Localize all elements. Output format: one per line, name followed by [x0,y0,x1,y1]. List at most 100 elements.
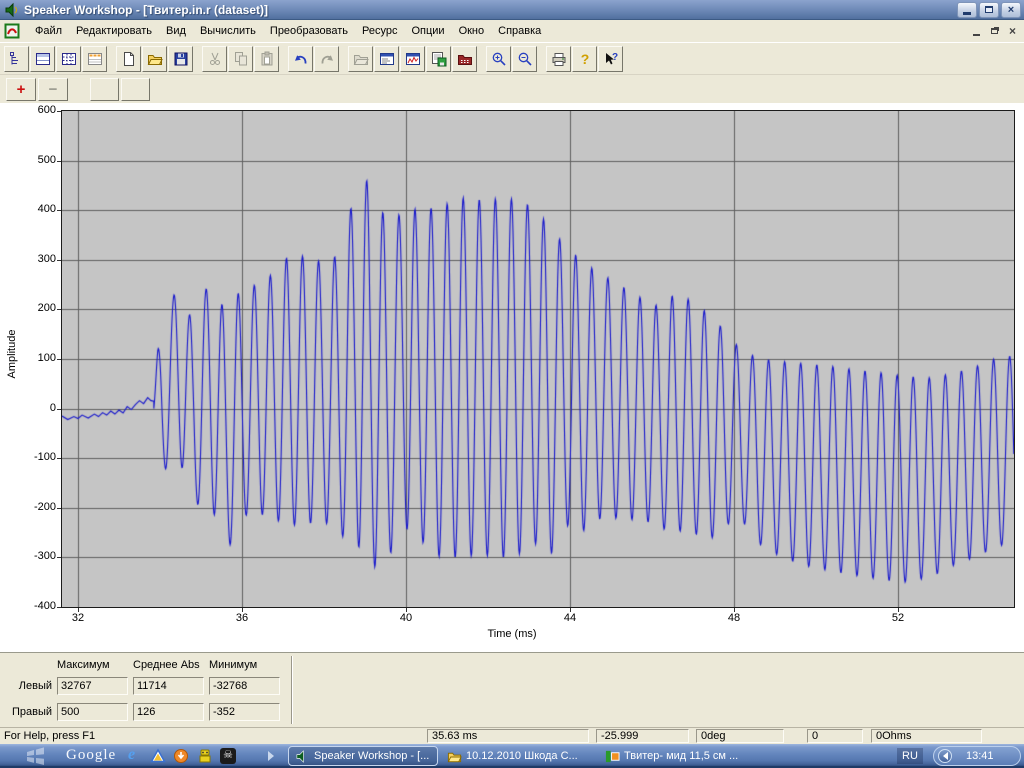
windows-logo-icon[interactable] [24,747,48,765]
dataset-grid-view-icon [61,51,77,67]
speaker-icon [295,749,310,764]
zoom-in-button[interactable] [486,46,511,72]
menu-edit[interactable]: Редактировать [69,22,159,40]
save-chart-button[interactable] [426,46,451,72]
copy-button[interactable] [228,46,253,72]
menu-help[interactable]: Справка [491,22,548,40]
x-tick-mark [570,608,571,612]
menu-view[interactable]: Вид [159,22,193,40]
minimize-button[interactable] [957,2,977,18]
google-desktop-icon[interactable] [150,748,166,764]
mdi-minimize-button[interactable] [968,24,985,39]
y-tick-mark [57,309,61,310]
mdi-restore-button[interactable] [986,24,1003,39]
skull-app-icon[interactable]: ☠ [220,748,236,764]
mdi-close-button[interactable]: × [1004,24,1021,39]
x-tick-mark [78,608,79,612]
chart-window-icon [379,51,395,67]
x-tick-label: 44 [555,612,585,624]
hide-tray-icons-button[interactable] [938,749,952,763]
redo-button[interactable] [314,46,339,72]
import-chart-button[interactable] [452,46,477,72]
y-tick-mark [57,557,61,558]
cells-view-button[interactable] [82,46,107,72]
cut-button[interactable] [202,46,227,72]
speaker-app-icon[interactable] [4,2,20,18]
download-manager-icon[interactable] [173,748,189,764]
x-tick-label: 48 [719,612,749,624]
google-deskband-label[interactable]: Google [66,747,116,764]
open-button[interactable] [142,46,167,72]
language-indicator[interactable]: RU [897,748,923,764]
waveform-canvas[interactable] [62,111,1014,607]
table-view-button[interactable] [30,46,55,72]
taskbar-button-label: Speaker Workshop - [... [314,750,429,762]
y-tick-label: 500 [2,154,56,166]
y-tick-label: 300 [2,253,56,265]
new-button[interactable] [116,46,141,72]
status-pane-zero: 0 [807,729,863,743]
x-tick-label: 32 [63,612,93,624]
open-special-button[interactable] [348,46,373,72]
add-point-button[interactable]: + [6,78,36,101]
save-button[interactable] [168,46,193,72]
paste-button[interactable] [254,46,279,72]
undo-button[interactable] [288,46,313,72]
help-icon: ? [577,51,593,67]
menu-options[interactable]: Опции [404,22,451,40]
x-tick-mark [898,608,899,612]
y-tick-label: 400 [2,203,56,215]
window-title: Speaker Workshop - [Твитер.in.r (dataset… [24,3,955,17]
menu-calculate[interactable]: Вычислить [193,22,263,40]
chart-line-window-icon [405,51,421,67]
stats-right-min: -352 [209,703,280,721]
zoom-out-icon [517,51,533,67]
mdi-close-icon: × [1009,24,1016,38]
taskbar-button-speaker-workshop[interactable]: Speaker Workshop - [... [288,746,438,766]
taskbar-button-tweeter-doc[interactable]: Твитер- мид 11,5 см ... [605,746,765,766]
blank-button-2[interactable] [121,78,150,101]
restore-button[interactable] [979,2,999,18]
system-tray: 13:41 [933,746,1021,766]
minimize-icon [963,12,971,15]
x-axis-title: Time (ms) [0,628,1024,640]
clock[interactable]: 13:41 [966,750,994,762]
menu-resource[interactable]: Ресурс [355,22,404,40]
zoom-out-button[interactable] [512,46,537,72]
mdi-restore-icon [991,28,998,34]
stats-left-min: -32768 [209,677,280,695]
stats-right-max: 500 [57,703,128,721]
quick-launch-chevron-icon[interactable] [268,751,274,761]
status-pane-impedance: 0Ohms [871,729,982,743]
remove-point-button[interactable]: − [38,78,68,101]
stats-left-avg: 11714 [133,677,204,695]
waveform-plot[interactable] [61,110,1015,608]
context-help-icon: ? [603,51,619,67]
y-tick-label: 100 [2,352,56,364]
chart-line-window-button[interactable] [400,46,425,72]
context-help-button[interactable]: ? [598,46,623,72]
print-button[interactable] [546,46,571,72]
menu-transform[interactable]: Преобразовать [263,22,355,40]
help-button[interactable]: ? [572,46,597,72]
open-folder-icon [147,51,163,67]
robot-app-icon[interactable] [197,748,213,764]
y-tick-mark [57,508,61,509]
y-tick-mark [57,607,61,608]
ie-icon[interactable]: e [128,748,144,764]
dataset-cells-view-icon [87,51,103,67]
grid-view-button[interactable] [56,46,81,72]
menu-file[interactable]: Файл [28,22,69,40]
folder-icon [447,749,462,764]
close-button[interactable]: × [1001,2,1021,18]
notes-view-icon [9,51,25,67]
chart-window-button[interactable] [374,46,399,72]
open-special-icon [353,51,369,67]
stats-divider-highlight [292,656,293,724]
titlebar: Speaker Workshop - [Твитер.in.r (dataset… [0,0,1024,20]
blank-button-1[interactable] [90,78,119,101]
notes-view-button[interactable] [4,46,29,72]
menu-window[interactable]: Окно [452,22,492,40]
dataset-doc-icon[interactable] [4,23,20,39]
taskbar-button-folder[interactable]: 10.12.2010 Шкода С... [447,746,602,766]
